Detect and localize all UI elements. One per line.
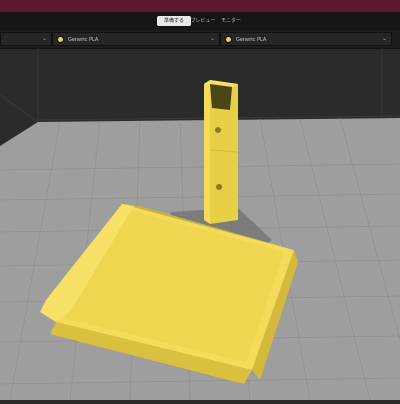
extruder-toolbar: ⌄ Generic PLA ⌄ Generic PLA ⌄ [0, 30, 400, 49]
tab-prepare[interactable]: 準備する [157, 16, 191, 26]
build-volume-edges [0, 48, 400, 123]
window-titlebar [0, 0, 400, 12]
chevron-down-icon: ⌄ [209, 35, 215, 42]
3d-viewport[interactable] [0, 48, 400, 401]
chevron-down-icon: ⌄ [41, 35, 47, 42]
tab-monitor[interactable]: モニター [219, 16, 243, 26]
extruder-1-selector[interactable]: Generic PLA ⌄ [52, 32, 220, 46]
material-color-icon [57, 36, 64, 43]
chevron-down-icon: ⌄ [381, 35, 387, 42]
extruder-1-material: Generic PLA [68, 37, 99, 43]
3d-model-stand[interactable] [204, 80, 239, 224]
printer-selector[interactable]: ⌄ [0, 32, 52, 46]
extruder-2-selector[interactable]: Generic PLA ⌄ [220, 32, 392, 46]
tab-preview[interactable]: プレビュー [189, 16, 217, 26]
stage-nav: 準備する プレビュー モニター [0, 12, 400, 30]
extruder-2-material: Generic PLA [236, 37, 267, 43]
material-color-icon [225, 36, 232, 43]
